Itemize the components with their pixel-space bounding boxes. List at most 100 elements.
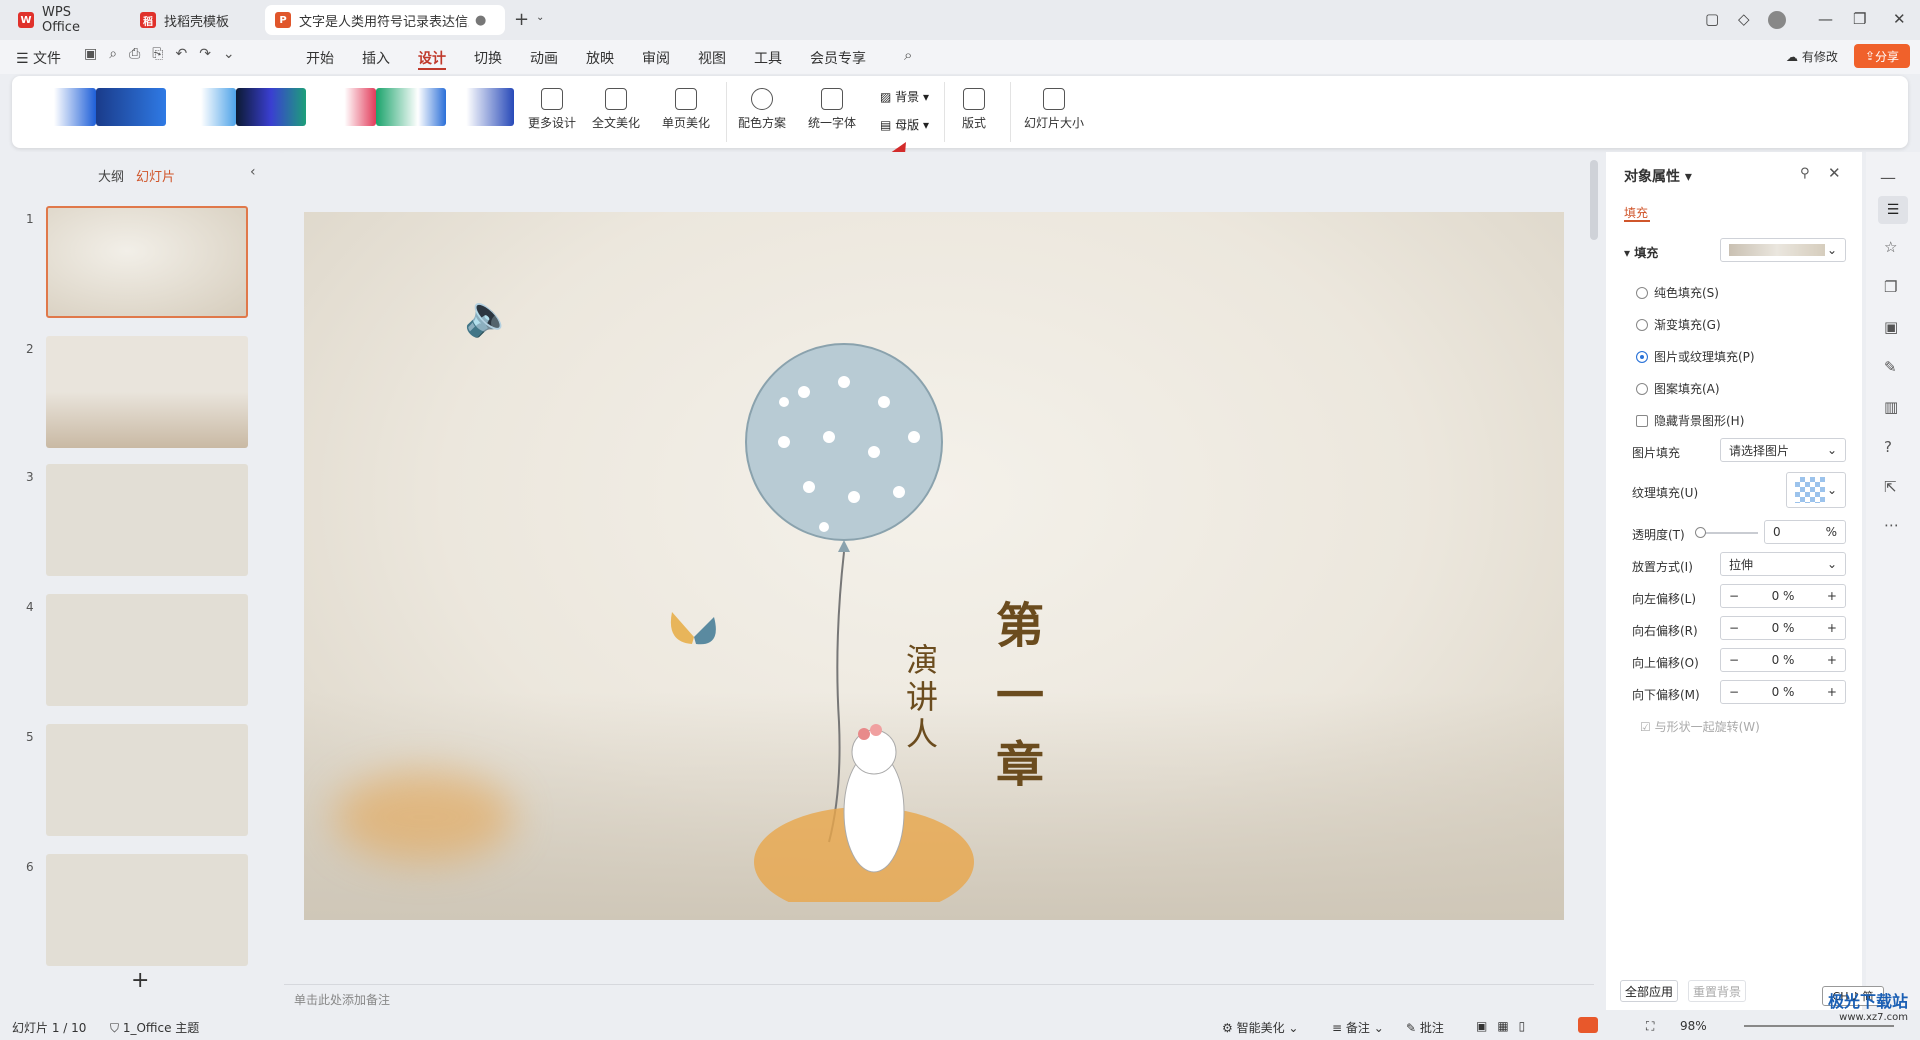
fit-icon[interactable]: ⛶ [1646, 1019, 1654, 1034]
texture-fill-dropdown[interactable]: ⌄ [1786, 472, 1846, 508]
transparency-slider[interactable] [1700, 532, 1758, 534]
avatar[interactable] [1768, 11, 1786, 29]
quick-access-toolbar[interactable]: ▣⌕⎙⎘↶↷⌄ [84, 46, 247, 62]
panel-title[interactable]: 对象属性 ▾ [1624, 166, 1692, 186]
more-icon[interactable]: ⋯ [1884, 516, 1899, 534]
offset-right-stepper[interactable]: −0 % + [1720, 616, 1846, 640]
transparency-input[interactable]: 0% [1764, 520, 1846, 544]
offset-down-stepper[interactable]: −0 % + [1720, 680, 1846, 704]
add-slide-button[interactable]: + [131, 968, 149, 993]
more-design-button[interactable]: 更多设计 [528, 88, 576, 131]
slide-thumbnail-3[interactable] [46, 464, 248, 576]
chapter-title[interactable]: 第 一 章 [996, 592, 1044, 801]
share-button[interactable]: ⇪ 分享 [1854, 44, 1910, 68]
master-button[interactable]: ▤ 母版 ▾ [880, 116, 929, 133]
file-menu[interactable]: ☰ 文件 [16, 48, 61, 68]
tab-list-chevron-icon[interactable]: ⌄ [536, 12, 544, 23]
slide-size-button[interactable]: 幻灯片大小 [1024, 88, 1084, 131]
fill-preview-dropdown[interactable]: ⌄ [1720, 238, 1846, 262]
share-tool-icon[interactable]: ⇱ [1884, 478, 1897, 496]
tab-template[interactable]: 稻找稻壳模板 [130, 5, 258, 35]
tab-insert[interactable]: 插入 [362, 48, 390, 68]
slide-thumbnail-1[interactable] [46, 206, 248, 318]
reset-background-button[interactable]: 重置背景 [1688, 980, 1746, 1002]
changes-indicator[interactable]: ☁ 有修改 [1786, 48, 1838, 65]
minimize-panel-icon[interactable]: — [1880, 168, 1896, 187]
tab-slideshow[interactable]: 放映 [586, 48, 614, 68]
rotate-with-shape-checkbox[interactable]: ☑ 与形状一起旋转(W) [1640, 718, 1760, 735]
design-template-6[interactable] [376, 88, 446, 126]
slides-tab[interactable]: 幻灯片 [136, 166, 175, 185]
minimize-icon[interactable]: — [1818, 10, 1833, 28]
pin-icon[interactable]: ⚲ [1800, 166, 1810, 181]
image-edit-icon[interactable]: ▣ [1884, 318, 1898, 336]
background-button[interactable]: ▨ 背景 ▾ [880, 88, 929, 105]
notes-field[interactable]: 单击此处添加备注 [284, 984, 1594, 1010]
slide-thumbnail-6[interactable] [46, 854, 248, 966]
picture-fill-dropdown[interactable]: 请选择图片 ⌄ [1720, 438, 1846, 462]
speaker-label[interactable]: 演 讲 人 [906, 642, 938, 752]
placement-dropdown[interactable]: 拉伸 ⌄ [1720, 552, 1846, 576]
apply-all-button[interactable]: 全部应用 [1620, 980, 1678, 1002]
design-template-3[interactable] [166, 88, 236, 126]
tools-icon[interactable]: ✎ [1884, 358, 1897, 376]
help-icon[interactable]: ? [1884, 438, 1892, 456]
new-tab-icon[interactable]: + [514, 9, 529, 30]
tab-view[interactable]: 视图 [698, 48, 726, 68]
layout-icon[interactable]: ▢ [1705, 10, 1719, 28]
notes-toggle[interactable]: ≡ 备注 ⌄ [1332, 1019, 1384, 1036]
color-scheme-button[interactable]: 配色方案 [738, 88, 786, 131]
tab-animation[interactable]: 动画 [530, 48, 558, 68]
star-icon[interactable]: ☆ [1884, 238, 1897, 256]
transparency-slider-handle[interactable] [1695, 527, 1706, 538]
search-icon[interactable]: ⌕ [904, 46, 912, 64]
offset-left-stepper[interactable]: −0 % + [1720, 584, 1846, 608]
tab-wps-office[interactable]: W WPS Office [8, 5, 123, 35]
beautify-page-button[interactable]: 单页美化 [662, 88, 710, 131]
smart-beautify-button[interactable]: ⚙ 智能美化 ⌄ [1222, 1019, 1298, 1036]
fill-tab[interactable]: 填充 [1624, 204, 1648, 221]
tab-member[interactable]: 会员专享 [810, 48, 866, 68]
outline-tab[interactable]: 大纲 [98, 166, 124, 185]
design-template-1[interactable] [26, 88, 96, 126]
audio-icon[interactable]: 🔈 [464, 292, 514, 339]
picture-fill-radio[interactable]: 图片或纹理填充(P) [1636, 348, 1755, 365]
fill-section-toggle[interactable]: ▾ 填充 [1624, 244, 1658, 261]
tab-document[interactable]: P文字是人类用符号记录表达信息以● [265, 5, 505, 35]
restore-icon[interactable]: ❐ [1853, 10, 1866, 28]
design-template-2[interactable] [96, 88, 166, 126]
close-icon[interactable]: ✕ [1893, 10, 1906, 28]
tab-design[interactable]: 设计 [418, 48, 446, 68]
slide-thumbnail-4[interactable] [46, 594, 248, 706]
tab-tools[interactable]: 工具 [754, 48, 782, 68]
hide-bg-checkbox[interactable]: 隐藏背景图形(H) [1636, 412, 1744, 429]
cube-icon[interactable]: ◇ [1738, 10, 1750, 28]
comments-toggle[interactable]: ✎ 批注 [1406, 1019, 1444, 1036]
book-icon[interactable]: ▥ [1884, 398, 1898, 416]
collapse-panel-icon[interactable]: ‹ [250, 164, 256, 180]
design-template-5[interactable] [306, 88, 376, 126]
tab-start[interactable]: 开始 [306, 48, 334, 68]
zoom-slider[interactable] [1744, 1025, 1894, 1027]
view-mode-buttons[interactable]: ▣▦▯ [1476, 1019, 1535, 1033]
slide-thumbnail-2[interactable] [46, 336, 248, 448]
layout-button[interactable]: 版式 [962, 88, 986, 131]
pattern-fill-radio[interactable]: 图案填充(A) [1636, 380, 1720, 397]
play-button[interactable] [1578, 1017, 1598, 1033]
canvas-scrollbar[interactable] [1590, 160, 1598, 240]
zoom-level[interactable]: 98% [1680, 1019, 1707, 1033]
theme-name[interactable]: ⛉ 1_Office 主题 [110, 1019, 199, 1036]
unify-font-button[interactable]: 统一字体 [808, 88, 856, 131]
properties-icon[interactable]: ☰ [1878, 196, 1908, 224]
gradient-fill-radio[interactable]: 渐变填充(G) [1636, 316, 1721, 333]
tab-transition[interactable]: 切换 [474, 48, 502, 68]
beautify-all-button[interactable]: 全文美化 [592, 88, 640, 131]
panel-close-icon[interactable]: ✕ [1828, 164, 1841, 182]
design-template-4[interactable] [236, 88, 306, 126]
copy-icon[interactable]: ❐ [1884, 278, 1897, 296]
tab-review[interactable]: 审阅 [642, 48, 670, 68]
solid-fill-radio[interactable]: 纯色填充(S) [1636, 284, 1719, 301]
offset-up-stepper[interactable]: −0 % + [1720, 648, 1846, 672]
current-slide[interactable]: 🔈 第 一 章 演 讲 人 [304, 212, 1564, 920]
design-template-7[interactable] [446, 88, 514, 126]
